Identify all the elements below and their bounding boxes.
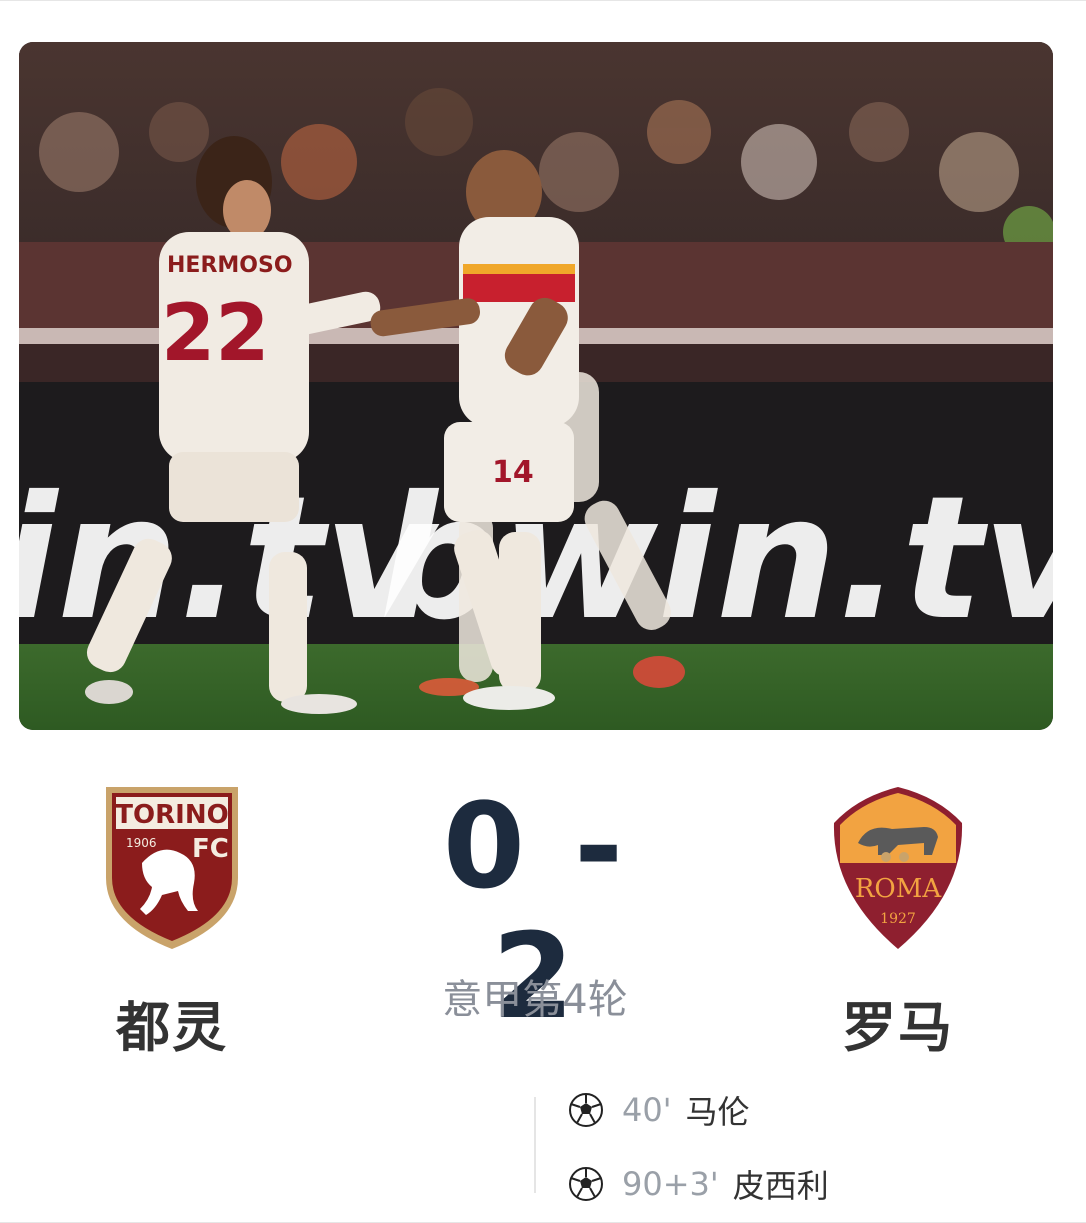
goal-event[interactable]: 40' 马伦 xyxy=(568,1087,750,1133)
away-team-name: 罗马 xyxy=(842,996,954,1059)
goal-minute: 40' xyxy=(622,1091,672,1129)
svg-text:FC: FC xyxy=(192,834,229,864)
as-roma-crest-icon: ROMA 1927 xyxy=(833,787,963,949)
goal-minute: 90+3' xyxy=(622,1165,719,1203)
torino-fc-crest-icon: TORINO 1906 FC xyxy=(106,787,238,949)
match-card[interactable]: in.tv bwin.tv HERMOSO 22 14 TORINO 1906 … xyxy=(0,0,1086,1223)
svg-text:14: 14 xyxy=(492,455,534,490)
svg-text:1927: 1927 xyxy=(880,911,916,927)
away-team[interactable]: ROMA 1927 罗马 xyxy=(768,783,1028,1062)
match-photo[interactable]: in.tv bwin.tv HERMOSO 22 14 xyxy=(19,42,1053,730)
svg-text:ROMA: ROMA xyxy=(855,874,943,904)
home-team-name: 都灵 xyxy=(116,996,228,1059)
svg-text:HERMOSO: HERMOSO xyxy=(167,253,293,278)
players-celebrating-image: in.tv bwin.tv HERMOSO 22 14 xyxy=(19,42,1053,730)
soccer-ball-icon xyxy=(569,1093,603,1127)
svg-text:1906: 1906 xyxy=(126,836,157,850)
goal-scorer: 马伦 xyxy=(685,1093,750,1131)
soccer-ball-icon xyxy=(569,1167,603,1201)
svg-text:TORINO: TORINO xyxy=(115,800,228,830)
svg-text:22: 22 xyxy=(161,289,270,379)
home-team[interactable]: TORINO 1906 FC 都灵 xyxy=(42,783,302,1062)
goal-event[interactable]: 90+3' 皮西利 xyxy=(568,1161,829,1207)
match-round: 意甲第4轮 xyxy=(442,977,628,1023)
goals-divider xyxy=(534,1097,536,1193)
goal-scorer: 皮西利 xyxy=(732,1167,829,1205)
